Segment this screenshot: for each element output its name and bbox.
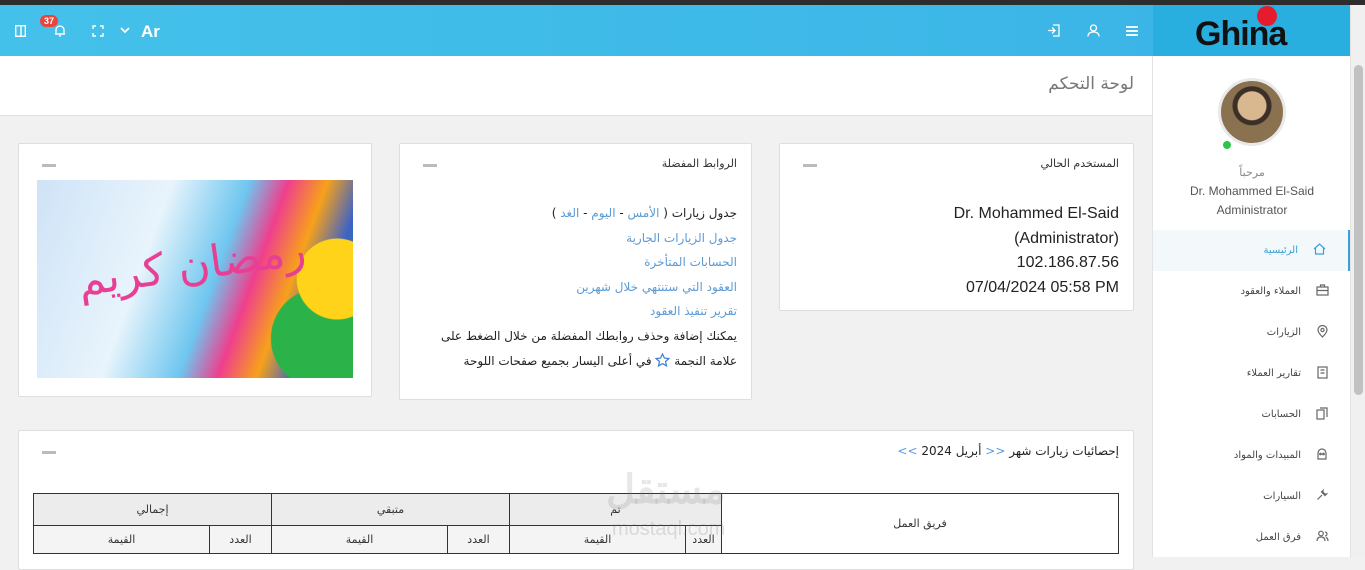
sidebar-item-label: السيارات bbox=[1263, 491, 1301, 502]
link-current-visits[interactable]: جدول الزيارات الجارية bbox=[417, 226, 737, 251]
sidebar-item-label: المبيدات والمواد bbox=[1233, 450, 1301, 461]
visits-stats-panel: إحصائيات زيارات شهر << أبريل 2024 >> إجم… bbox=[18, 430, 1134, 570]
sidebar-item-pesticides-materials[interactable]: المبيدات والمواد bbox=[1153, 435, 1351, 476]
favorites-panel: الروابط المفضلة جدول زيارات ( الأمس - ال… bbox=[399, 143, 752, 400]
avatar[interactable] bbox=[1218, 78, 1286, 146]
scrollbar-thumb[interactable] bbox=[1354, 65, 1363, 395]
current-user-name: Dr. Mohammed El-Said bbox=[953, 205, 1119, 222]
watermark-arabic: مستقل bbox=[606, 468, 726, 512]
banner-panel: رمضان كريم bbox=[18, 143, 372, 397]
rose-logo-icon bbox=[1257, 6, 1277, 26]
sidebar: مرحباً Dr. Mohammed El-Said Administrato… bbox=[1152, 56, 1351, 558]
sidebar-item-clients-contracts[interactable]: العملاء والعقود bbox=[1153, 271, 1351, 312]
sidebar-item-label: فرق العمل bbox=[1255, 532, 1301, 543]
stats-table: إجمالي متبقي تم فريق العمل القيمة العدد … bbox=[33, 493, 1119, 554]
link-expiring-contracts[interactable]: العقود التي ستنتهي خلال شهرين bbox=[417, 275, 737, 300]
language-switch[interactable]: Ar bbox=[141, 22, 160, 42]
separator: - bbox=[615, 206, 628, 220]
panel-title: المستخدم الحالي bbox=[1040, 157, 1119, 170]
link-contracts-report[interactable]: تقرير تنفيذ العقود bbox=[417, 299, 737, 324]
next-month-link[interactable]: >> bbox=[897, 444, 917, 458]
collapse-panel-icon[interactable] bbox=[803, 164, 817, 167]
menu-icon[interactable] bbox=[1124, 5, 1140, 56]
link-yesterday[interactable]: الأمس bbox=[628, 206, 660, 220]
separator: - bbox=[579, 206, 592, 220]
current-user-datetime: 07/04/2024 05:58 PM bbox=[965, 278, 1119, 296]
sidebar-item-label: الرئيسية bbox=[1263, 245, 1298, 256]
sidebar-item-client-reports[interactable]: تقارير العملاء bbox=[1153, 353, 1351, 394]
briefcase-icon bbox=[1315, 284, 1329, 299]
link-tomorrow[interactable]: الغد bbox=[560, 206, 579, 220]
sidebar-toggle-icon[interactable] bbox=[12, 5, 28, 56]
sidebar-item-visits[interactable]: الزيارات bbox=[1153, 312, 1351, 353]
sidebar-item-label: تقارير العملاء bbox=[1246, 368, 1301, 379]
bell-icon[interactable] bbox=[52, 5, 68, 56]
visits-schedule-line: جدول زيارات ( الأمس - اليوم - الغد ) bbox=[417, 201, 737, 226]
main-content: لوحة التحكم المستخدم الحالي Dr. Mohammed… bbox=[0, 56, 1152, 570]
sidebar-item-label: الزيارات bbox=[1266, 327, 1301, 338]
current-user-info: Dr. Mohammed El-Said (Administrator) 102… bbox=[954, 202, 1119, 300]
page-title: لوحة التحكم bbox=[1048, 74, 1134, 94]
visits-prefix: جدول زيارات ( bbox=[663, 206, 737, 220]
link-late-accounts[interactable]: الحسابات المتأخرة bbox=[417, 250, 737, 275]
user-profile-icon[interactable] bbox=[1085, 5, 1101, 56]
star-icon bbox=[655, 352, 671, 368]
banner-calligraphy: رمضان كريم bbox=[74, 224, 309, 307]
chevron-down-icon[interactable] bbox=[118, 5, 132, 56]
favorites-hint-line-2: علامة النجمة في أعلى اليسار بجميع صفحات … bbox=[417, 349, 737, 374]
page-header: لوحة التحكم bbox=[0, 56, 1152, 116]
welcome-text: مرحباً bbox=[1239, 166, 1265, 179]
current-user-role: (Administrator) bbox=[1014, 229, 1119, 247]
sidebar-nav: الرئيسية العملاء والعقود الزيارات تقارير… bbox=[1153, 230, 1351, 558]
stats-month: أبريل 2024 bbox=[921, 444, 982, 458]
home-icon bbox=[1312, 243, 1326, 258]
collapse-panel-icon[interactable] bbox=[42, 451, 56, 454]
header-team: فريق العمل bbox=[721, 493, 1119, 554]
notification-count-badge: 37 bbox=[40, 15, 59, 27]
wrench-icon bbox=[1315, 488, 1329, 504]
link-today[interactable]: اليوم bbox=[591, 206, 615, 220]
prev-month-link[interactable]: << bbox=[985, 444, 1005, 458]
box-icon bbox=[1315, 448, 1329, 463]
visits-suffix: ) bbox=[551, 206, 561, 220]
favorites-list: جدول زيارات ( الأمس - اليوم - الغد ) جدو… bbox=[417, 201, 737, 373]
sidebar-item-work-teams[interactable]: فرق العمل bbox=[1153, 517, 1351, 558]
subheader-value: القيمة bbox=[271, 525, 448, 554]
current-user-panel: المستخدم الحالي Dr. Mohammed El-Said (Ad… bbox=[779, 143, 1134, 311]
watermark-url: mostaql.com bbox=[612, 518, 726, 540]
subheader-value: القيمة bbox=[33, 525, 210, 554]
stats-title: إحصائيات زيارات شهر << أبريل 2024 >> bbox=[897, 444, 1119, 458]
sidebar-item-cars[interactable]: السيارات bbox=[1153, 476, 1351, 517]
subheader-count: العدد bbox=[209, 525, 272, 554]
page-scrollbar[interactable] bbox=[1350, 5, 1365, 557]
sidebar-item-label: العملاء والعقود bbox=[1240, 286, 1301, 297]
logout-icon[interactable] bbox=[1045, 5, 1061, 56]
sidebar-item-accounts[interactable]: الحسابات bbox=[1153, 394, 1351, 435]
report-icon bbox=[1315, 365, 1329, 382]
favorites-hint-line-1: يمكنك إضافة وحذف روابطك المفضلة من خلال … bbox=[440, 328, 737, 343]
header-total: إجمالي bbox=[33, 493, 272, 526]
hint-star-text: علامة النجمة bbox=[674, 353, 737, 368]
sidebar-item-home[interactable]: الرئيسية bbox=[1153, 230, 1351, 271]
map-pin-icon bbox=[1315, 324, 1329, 341]
sidebar-user-name: Dr. Mohammed El-Said bbox=[1189, 184, 1315, 198]
panel-title: الروابط المفضلة bbox=[661, 157, 737, 170]
fullscreen-icon[interactable] bbox=[90, 5, 106, 56]
stats-title-text: إحصائيات زيارات شهر bbox=[1009, 444, 1119, 458]
collapse-panel-icon[interactable] bbox=[423, 164, 437, 167]
subheader-count: العدد bbox=[447, 525, 510, 554]
online-status-dot bbox=[1223, 141, 1231, 149]
collapse-panel-icon[interactable] bbox=[42, 164, 56, 167]
documents-icon bbox=[1315, 406, 1329, 423]
team-icon bbox=[1315, 530, 1329, 545]
header-remaining: متبقي bbox=[271, 493, 510, 526]
table-header-row: إجمالي متبقي تم فريق العمل bbox=[33, 493, 1119, 554]
sidebar-item-label: الحسابات bbox=[1261, 409, 1302, 420]
hint-rest-text: في أعلى اليسار بجميع صفحات اللوحة bbox=[463, 353, 652, 368]
ramadan-banner-image: رمضان كريم bbox=[37, 180, 353, 378]
sidebar-user-role: Administrator bbox=[1216, 203, 1288, 217]
current-user-ip: 102.186.87.56 bbox=[1016, 254, 1119, 271]
